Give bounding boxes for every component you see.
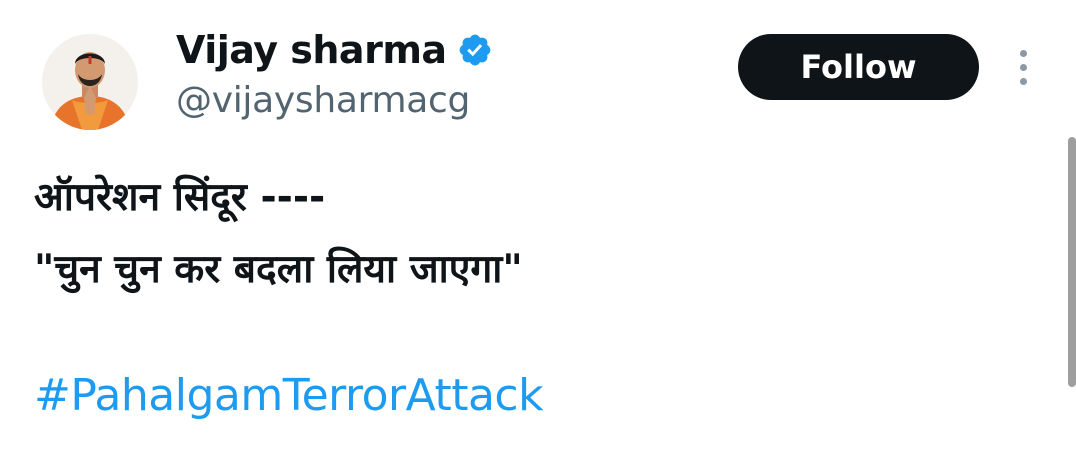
user-handle[interactable]: @vijaysharmacg: [176, 80, 493, 121]
scrollbar[interactable]: [1068, 137, 1076, 387]
avatar[interactable]: [42, 34, 138, 130]
profile-photo: [42, 34, 138, 130]
tweet-text: ऑपरेशन सिंदूर ---- "चुन चुन कर बदला लिया …: [34, 162, 523, 306]
follow-button[interactable]: Follow: [738, 34, 979, 100]
tweet-line-2: "चुन चुन कर बदला लिया जाएगा": [34, 247, 523, 292]
hashtag-link[interactable]: #PahalgamTerrorAttack: [34, 370, 544, 421]
name-row: Vijay sharma: [176, 26, 493, 74]
display-name[interactable]: Vijay sharma: [176, 28, 447, 72]
more-vertical-icon[interactable]: [1010, 46, 1036, 90]
user-info: Vijay sharma @vijaysharmacg: [176, 26, 493, 121]
verified-badge-icon: [457, 32, 493, 68]
tweet-line-1: ऑपरेशन सिंदूर ----: [34, 175, 326, 220]
tweet-card: Vijay sharma @vijaysharmacg Follow ऑपरेश…: [0, 0, 1076, 452]
